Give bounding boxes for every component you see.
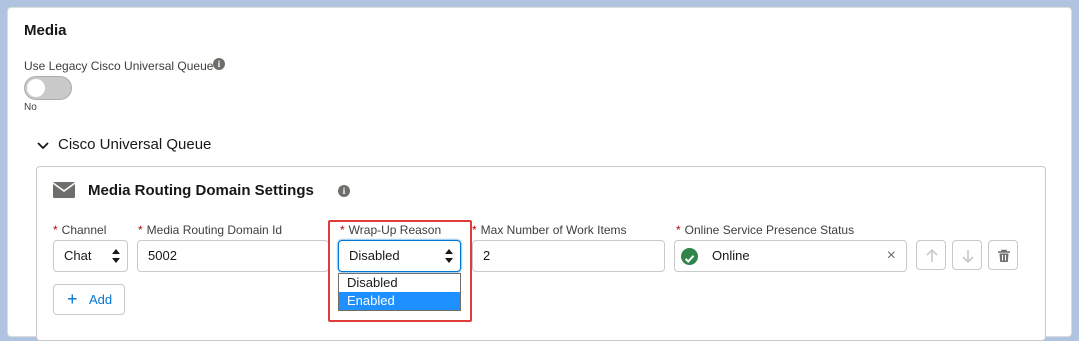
channel-label: * Channel [53,223,106,237]
option-disabled[interactable]: Disabled [339,274,460,292]
presence-lookup[interactable]: Online × [674,240,907,272]
option-enabled[interactable]: Enabled [339,292,460,310]
legacy-queue-label: Use Legacy Cisco Universal Queue [24,59,214,73]
wrap-up-value: Disabled [349,248,400,263]
clear-icon[interactable]: × [887,241,896,271]
label-text: Online Service Presence Status [684,223,855,237]
label-text: Wrap-Up Reason [348,223,442,237]
required-marker: * [53,223,58,237]
media-card: Media Use Legacy Cisco Universal Queue i… [7,7,1072,341]
envelope-icon [53,182,75,198]
move-up-button[interactable] [916,240,946,270]
add-label: Add [89,292,113,307]
info-icon[interactable]: i [213,58,225,70]
max-items-value: 2 [483,248,491,263]
required-marker: * [340,223,345,237]
toggle-knob [27,79,45,97]
select-arrows-icon [112,249,120,263]
trash-icon [998,249,1010,262]
wrap-up-label: * Wrap-Up Reason [340,223,441,237]
legacy-queue-toggle[interactable] [24,76,72,100]
required-marker: * [676,223,681,237]
check-circle-icon [681,248,698,265]
required-marker: * [138,223,143,237]
mrd-settings-title: Media Routing Domain Settings [88,182,314,199]
queue-section-title[interactable]: Cisco Universal Queue [58,136,211,153]
presence-value: Online [712,248,750,263]
presence-label: * Online Service Presence Status [676,223,854,237]
label-text: Max Number of Work Items [480,223,627,237]
channel-value: Chat [64,248,92,263]
section-title: Media [24,22,67,39]
info-icon[interactable]: i [338,185,350,197]
select-arrows-icon [445,249,453,263]
max-items-label: * Max Number of Work Items [472,223,626,237]
label-text: Channel [61,223,107,237]
arrow-up-icon [926,249,938,262]
add-button[interactable]: + Add [53,284,125,315]
required-marker: * [472,223,477,237]
domain-id-input[interactable]: 5002 [137,240,329,272]
chevron-down-icon[interactable] [36,138,50,152]
channel-select[interactable]: Chat [53,240,128,272]
domain-id-label: * Media Routing Domain Id [138,223,282,237]
move-down-button[interactable] [952,240,982,270]
max-items-input[interactable]: 2 [472,240,665,272]
wrap-up-options-list[interactable]: Disabled Enabled [338,273,461,311]
delete-button[interactable] [988,240,1018,270]
domain-id-value: 5002 [148,248,177,263]
toggle-state-label: No [24,102,37,113]
add-icon: + [67,289,78,309]
wrap-up-select[interactable]: Disabled [338,240,461,272]
label-text: Media Routing Domain Id [146,223,283,237]
arrow-down-icon [962,250,974,263]
